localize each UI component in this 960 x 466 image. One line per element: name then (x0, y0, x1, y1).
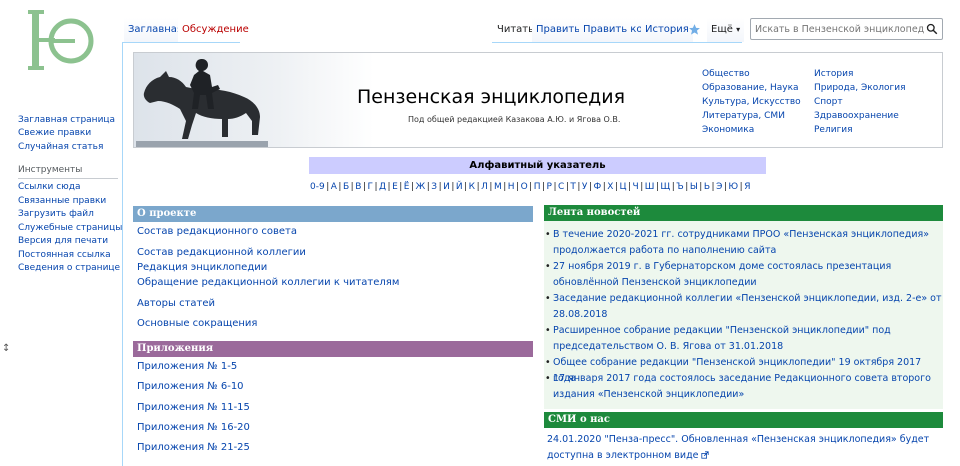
alphabet-index-header: Алфавитный указатель (309, 157, 766, 174)
monument-image (136, 59, 268, 147)
category-link-literature-media[interactable]: Литература, СМИ (702, 111, 785, 121)
news-item-link[interactable]: Расширенное собрание редакции "Пензенско… (553, 325, 891, 352)
alphabet-letter-link[interactable]: М (494, 182, 502, 192)
news-item-link[interactable]: 17 января 2017 года состоялось заседание… (553, 373, 931, 400)
tab-edit[interactable]: Править (532, 18, 585, 42)
sidebar-link-upload-file[interactable]: Загрузить файл (18, 209, 94, 219)
news-item-link[interactable]: В течение 2020-2021 гг. сотрудниками ПРО… (553, 229, 929, 256)
chevron-down-icon: ▾ (736, 25, 741, 34)
alphabet-letter-link[interactable]: Ъ (676, 182, 684, 192)
news-panel-header: Лента новостей (544, 205, 943, 221)
about-link-editorial-board[interactable]: Состав редакционной коллегии (137, 247, 306, 258)
alphabet-letter-link[interactable]: Ы (690, 182, 698, 192)
search-box[interactable] (750, 18, 943, 40)
alphabet-letter-link[interactable]: О (521, 182, 528, 192)
banner-subtitle: Под общей редакцией Казакова А.Ю. и Ягов… (408, 115, 621, 124)
alphabet-index: 0-9 | А | Б | В | Г | Д | Е | Ё | Ж | З | И | Й | К | Л | М | Н | О | П | Р |… (310, 182, 750, 192)
sidebar-link-printable-version[interactable]: Версия для печати (18, 236, 108, 246)
category-link-sport[interactable]: Спорт (814, 97, 843, 107)
media-item-link[interactable]: 24.01.2020 "Пенза-пресс". Обновленная «П… (547, 434, 929, 461)
category-link-economy[interactable]: Экономика (702, 125, 754, 135)
about-panel-header: О проекте (133, 206, 533, 222)
category-link-society[interactable]: Общество (702, 69, 750, 79)
alphabet-letter-link[interactable]: Е (392, 182, 398, 192)
sidebar-link-related-changes[interactable]: Связанные правки (18, 196, 106, 206)
alphabet-letter-link[interactable]: Ж (416, 182, 426, 192)
news-item: 17 января 2017 года состоялось заседание… (545, 371, 943, 402)
external-link-icon (700, 450, 709, 459)
news-item: В течение 2020-2021 гг. сотрудниками ПРО… (545, 227, 943, 258)
appendices-link-21-25[interactable]: Приложения № 21-25 (137, 442, 250, 453)
sidebar-link-recent-changes[interactable]: Свежие правки (18, 128, 91, 138)
banner-title: Пензенская энциклопедия (357, 86, 626, 108)
appendices-link-1-5[interactable]: Приложения № 1-5 (137, 361, 237, 372)
news-item: Заседание редакционной коллегии «Пензенс… (545, 291, 943, 322)
sidebar-link-what-links-here[interactable]: Ссылки сюда (18, 182, 81, 192)
sidebar-link-page-info[interactable]: Сведения о странице (18, 263, 120, 273)
appendices-link-11-15[interactable]: Приложения № 11-15 (137, 402, 250, 413)
about-link-editorial-office[interactable]: Редакция энциклопедии (137, 262, 267, 273)
alphabet-letter-link[interactable]: Д (379, 182, 386, 192)
about-link-editorial-council[interactable]: Состав редакционного совета (137, 226, 297, 237)
category-link-healthcare[interactable]: Здравоохранение (814, 111, 899, 121)
news-item-link[interactable]: Заседание редакционной коллегии «Пензенс… (553, 293, 942, 320)
about-link-abbreviations[interactable]: Основные сокращения (137, 318, 257, 329)
more-menu[interactable]: Ещё ▾ (707, 18, 745, 42)
watch-star-icon[interactable] (688, 23, 701, 36)
alphabet-letter-link[interactable]: Ч (633, 182, 639, 192)
alphabet-letter-link[interactable]: Ш (645, 182, 655, 192)
mouse-cursor-icon: ↕ (2, 343, 11, 354)
about-link-authors[interactable]: Авторы статей (137, 298, 215, 309)
category-link-history[interactable]: История (814, 69, 853, 79)
media-item: 24.01.2020 "Пенза-пресс". Обновленная «П… (547, 432, 947, 463)
category-link-education-science[interactable]: Образование, Наука (702, 83, 799, 93)
sidebar-tools-heading: Инструменты (18, 165, 83, 175)
sidebar-link-special-pages[interactable]: Служебные страницы (18, 223, 122, 233)
news-item-link[interactable]: 27 ноября 2019 г. в Губернаторском доме … (553, 261, 891, 288)
tab-history[interactable]: История (641, 18, 693, 42)
category-link-culture-art[interactable]: Культура, Искусство (702, 97, 801, 107)
category-link-nature-ecology[interactable]: Природа, Экология (814, 83, 906, 93)
tab-discussion[interactable]: Обсуждение (178, 18, 253, 42)
alphabet-letter-link[interactable]: Я (744, 182, 750, 192)
appendices-link-6-10[interactable]: Приложения № 6-10 (137, 381, 244, 392)
sidebar-link-main-page[interactable]: Заглавная страница (18, 115, 115, 125)
sidebar-link-permanent-link[interactable]: Постоянная ссылка (18, 250, 111, 260)
search-input[interactable] (755, 19, 925, 39)
appendices-panel-header: Приложения (133, 341, 533, 357)
alphabet-letter-link[interactable]: И (443, 182, 450, 192)
alphabet-letter-link[interactable]: Щ (660, 182, 670, 192)
alphabet-letter-link[interactable]: П (534, 182, 541, 192)
more-menu-label: Ещё (711, 24, 733, 35)
search-icon[interactable] (926, 23, 938, 35)
appendices-link-16-20[interactable]: Приложения № 16-20 (137, 422, 250, 433)
sidebar-link-random-article[interactable]: Случайная статья (18, 142, 103, 152)
alphabet-letter-link[interactable]: Й (456, 182, 463, 192)
alphabet-letter-link[interactable]: Ю (728, 182, 738, 192)
alphabet-letter-link[interactable]: Л (481, 182, 488, 192)
alphabet-letter-link[interactable]: Н (508, 182, 515, 192)
tab-bar-underline (492, 42, 742, 43)
sidebar-divider (18, 178, 118, 179)
alphabet-letter-link[interactable]: 0-9 (310, 182, 325, 192)
news-item: Расширенное собрание редакции "Пензенско… (545, 323, 943, 354)
encyclopedia-logo-icon[interactable] (26, 8, 96, 74)
tab-bar-underline (122, 42, 240, 43)
alphabet-letter-link[interactable]: А (331, 182, 337, 192)
media-panel-header: СМИ о нас (544, 412, 943, 428)
news-item: 27 ноября 2019 г. в Губернаторском доме … (545, 259, 943, 290)
category-link-religion[interactable]: Религия (814, 125, 853, 135)
about-link-address-to-readers[interactable]: Обращение редакционной коллегии к читате… (137, 277, 399, 288)
